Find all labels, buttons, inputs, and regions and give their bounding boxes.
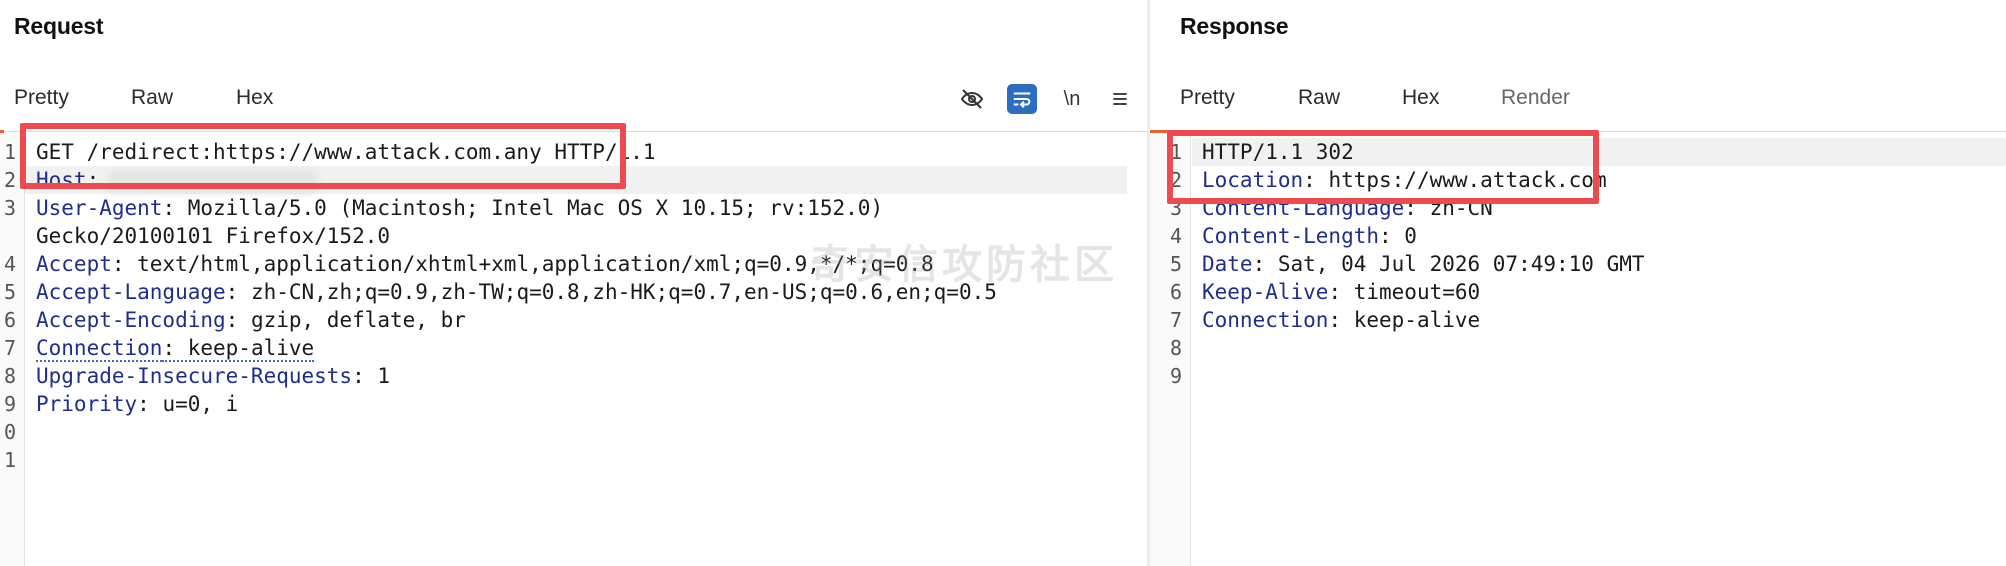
request-editor[interactable]: 1 2 3 4 5 6 7 8 9 0 1 GET /redirect:http… <box>0 133 1147 566</box>
response-title: Response <box>1180 13 1289 39</box>
line-number: 6 <box>3 308 16 332</box>
line-number: 5 <box>1169 252 1182 276</box>
response-tab-pretty[interactable]: Pretty <box>1180 86 1235 110</box>
eye-off-icon[interactable] <box>957 84 987 114</box>
newline-toggle[interactable]: \n <box>1057 84 1087 114</box>
line-number: 1 <box>3 140 16 164</box>
line-number: 7 <box>1169 308 1182 332</box>
request-tab-pretty[interactable]: Pretty <box>14 86 69 110</box>
wrap-lines-icon[interactable] <box>1007 84 1037 114</box>
request-line: Accept: text/html,application/xhtml+xml,… <box>36 252 934 276</box>
line-number: 3 <box>3 196 16 220</box>
request-tab-hex[interactable]: Hex <box>236 86 273 110</box>
response-pane: Response Pretty Raw Hex Render 1 2 3 4 5… <box>1150 0 2006 566</box>
response-line: Content-Length: 0 <box>1202 224 1417 248</box>
line-number: 5 <box>3 280 16 304</box>
response-tab-raw[interactable]: Raw <box>1298 86 1340 110</box>
request-highlight-box <box>20 123 626 189</box>
line-number: 0 <box>3 420 16 444</box>
line-number: 8 <box>3 364 16 388</box>
request-line: Priority: u=0, i <box>36 392 239 416</box>
response-highlight-box <box>1167 130 1599 204</box>
watermark: 奇安信攻防社区 <box>810 243 1118 287</box>
response-tabs: Pretty Raw Hex Render <box>1150 76 2006 134</box>
line-number: 8 <box>1169 336 1182 360</box>
line-number: 9 <box>1169 364 1182 388</box>
response-tab-render[interactable]: Render <box>1501 86 1570 110</box>
response-tab-hex[interactable]: Hex <box>1402 86 1439 110</box>
request-title: Request <box>14 13 104 39</box>
line-number: 6 <box>1169 280 1182 304</box>
line-number: 1 <box>3 448 16 472</box>
request-line: User-Agent: Mozilla/5.0 (Macintosh; Inte… <box>36 196 884 220</box>
line-number: 4 <box>1169 224 1182 248</box>
request-line: Accept-Encoding: gzip, deflate, br <box>36 308 466 332</box>
line-number: 9 <box>3 392 16 416</box>
line-number: 7 <box>3 336 16 360</box>
request-line: Gecko/20100101 Firefox/152.0 <box>36 224 391 248</box>
response-line: Keep-Alive: timeout=60 <box>1202 280 1481 304</box>
request-line: Upgrade-Insecure-Requests: 1 <box>36 364 391 388</box>
request-line: Connection: keep-alive <box>36 336 315 362</box>
request-toolbar: \n <box>957 84 1147 114</box>
line-number: 2 <box>3 168 16 192</box>
response-line: Date: Sat, 04 Jul 2026 07:49:10 GMT <box>1202 252 1645 276</box>
request-tab-raw[interactable]: Raw <box>131 86 173 110</box>
response-line: Connection: keep-alive <box>1202 308 1481 332</box>
line-number: 4 <box>3 252 16 276</box>
hamburger-menu-icon[interactable] <box>1105 84 1135 114</box>
